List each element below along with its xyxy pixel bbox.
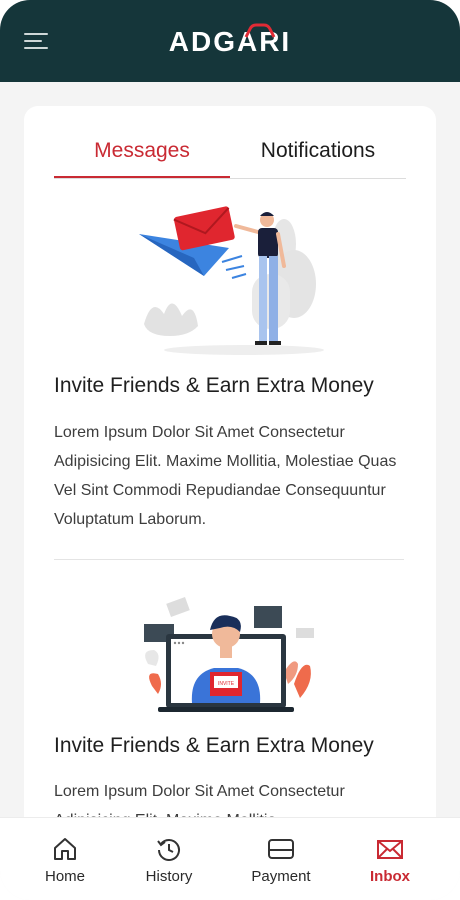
nav-history[interactable]: History	[124, 818, 214, 900]
invite-text: INVITE	[218, 681, 235, 687]
inbox-tabs: Messages Notifications	[54, 130, 406, 179]
inbox-card: Messages Notifications Invite Friends & …	[24, 106, 436, 846]
mail-icon	[377, 840, 403, 859]
message-body: Lorem Ipsum Dolor Sit Amet Consectetur A…	[54, 424, 397, 528]
card-icon	[268, 839, 294, 859]
app-header: ADGARI	[0, 0, 460, 82]
nav-home-label: Home	[44, 868, 85, 885]
logo-car-icon	[244, 23, 276, 38]
app-logo: ADGARI	[0, 22, 460, 62]
nav-inbox[interactable]: Inbox	[345, 818, 435, 900]
invite-envelope: INVITE	[210, 672, 242, 696]
send-message-illustration	[139, 206, 324, 355]
history-icon	[157, 839, 180, 861]
message-divider	[54, 559, 404, 560]
nav-payment[interactable]: Payment	[236, 818, 326, 900]
app-screen: ADGARI Messages Notifications Invite Fri…	[0, 0, 460, 900]
tab-messages[interactable]: Messages	[54, 130, 230, 178]
tab-notifications[interactable]: Notifications	[230, 130, 406, 176]
bottom-navigation: Home History Payment Inbox	[0, 817, 460, 900]
nav-payment-label: Payment	[251, 868, 311, 885]
invite-illustration: INVITE	[144, 597, 314, 712]
nav-inbox-label: Inbox	[370, 868, 410, 885]
message-title[interactable]: Invite Friends & Earn Extra Money	[54, 374, 414, 398]
message-title[interactable]: Invite Friends & Earn Extra Money	[54, 734, 414, 758]
home-icon	[54, 838, 76, 860]
nav-home[interactable]: Home	[20, 818, 110, 900]
nav-history-label: History	[145, 868, 193, 885]
